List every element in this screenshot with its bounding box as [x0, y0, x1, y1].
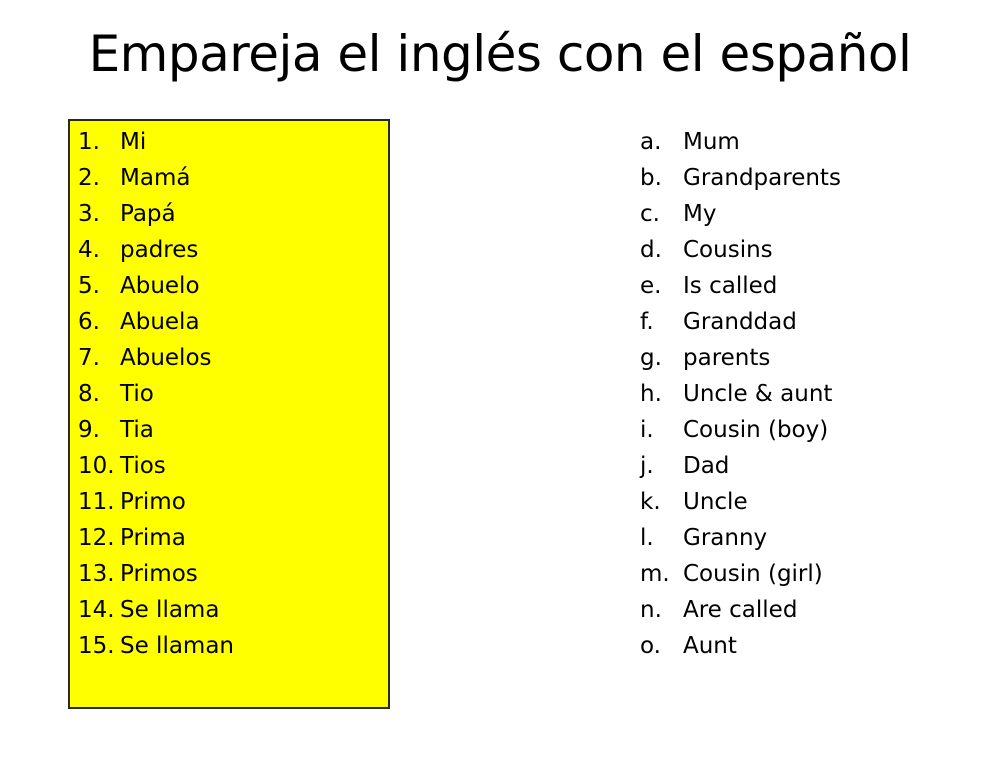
spanish-term-item-marker: 13.	[78, 561, 115, 587]
spanish-term-item-marker: 7.	[78, 345, 100, 371]
english-term-item[interactable]: k. Uncle	[640, 484, 970, 520]
spanish-term-item-marker: 15.	[78, 633, 115, 659]
english-term-item-label: Dad	[683, 453, 730, 479]
spanish-term-item-marker: 9.	[78, 417, 100, 443]
english-term-item[interactable]: a. Mum	[640, 124, 970, 160]
spanish-term-item[interactable]: 2. Mamá	[78, 160, 378, 196]
spanish-terms-list: 1. Mi 2. Mamá 3. Papá 4. padres 5. Abuelo 6. Abuela…	[78, 124, 378, 664]
english-term-item-marker: i.	[640, 417, 654, 443]
spanish-term-item[interactable]: 12. Prima	[78, 520, 378, 556]
english-term-item[interactable]: h. Uncle & aunt	[640, 376, 970, 412]
english-term-item-label: Mum	[683, 129, 740, 155]
spanish-term-item[interactable]: 8. Tio	[78, 376, 378, 412]
english-terms-list: a. Mum b. Grandparents c. My d. Cousins e. Is cal…	[640, 124, 970, 664]
spanish-term-item[interactable]: 7. Abuelos	[78, 340, 378, 376]
english-term-item-marker: f.	[640, 309, 654, 335]
english-term-item-marker: o.	[640, 633, 661, 659]
english-term-item[interactable]: b. Grandparents	[640, 160, 970, 196]
english-term-item-label: Cousin (girl)	[683, 561, 823, 587]
english-term-item-marker: j.	[640, 453, 654, 479]
english-term-item-marker: c.	[640, 201, 660, 227]
english-term-item[interactable]: o. Aunt	[640, 628, 970, 664]
english-term-item-label: Granny	[683, 525, 768, 551]
english-term-item[interactable]: n. Are called	[640, 592, 970, 628]
spanish-term-item-label: Se llaman	[120, 633, 235, 659]
spanish-term-item-marker: 12.	[78, 525, 115, 551]
spanish-term-item-label: padres	[120, 237, 199, 263]
english-term-item[interactable]: i. Cousin (boy)	[640, 412, 970, 448]
english-term-item[interactable]: e. Is called	[640, 268, 970, 304]
english-term-item-marker: d.	[640, 237, 662, 263]
spanish-term-item-marker: 6.	[78, 309, 100, 335]
english-term-item[interactable]: f. Granddad	[640, 304, 970, 340]
spanish-term-item[interactable]: 6. Abuela	[78, 304, 378, 340]
spanish-term-item-label: Primos	[120, 561, 198, 587]
english-term-item-marker: a.	[640, 129, 662, 155]
english-term-item[interactable]: l. Granny	[640, 520, 970, 556]
english-term-item-marker: l.	[640, 525, 654, 551]
spanish-term-item[interactable]: 15. Se llaman	[78, 628, 378, 664]
english-term-item[interactable]: g. parents	[640, 340, 970, 376]
spanish-term-item-label: Mi	[120, 129, 147, 155]
spanish-term-item-label: Abuela	[120, 309, 200, 335]
spanish-term-item-label: Prima	[120, 525, 186, 551]
spanish-term-item-label: Primo	[120, 489, 186, 515]
english-term-item-marker: h.	[640, 381, 662, 407]
english-term-item-label: parents	[683, 345, 771, 371]
spanish-term-item-marker: 2.	[78, 165, 100, 191]
spanish-term-item[interactable]: 9. Tia	[78, 412, 378, 448]
english-term-item-label: Uncle & aunt	[683, 381, 833, 407]
spanish-term-item-marker: 8.	[78, 381, 100, 407]
spanish-term-item-marker: 10.	[78, 453, 115, 479]
english-term-item-marker: e.	[640, 273, 662, 299]
spanish-term-item[interactable]: 5. Abuelo	[78, 268, 378, 304]
english-term-item-marker: g.	[640, 345, 662, 371]
spanish-term-item-marker: 3.	[78, 201, 100, 227]
english-term-item-label: Are called	[683, 597, 798, 623]
english-term-item-label: Cousin (boy)	[683, 417, 829, 443]
spanish-term-item-marker: 11.	[78, 489, 115, 515]
english-term-item-label: Cousins	[683, 237, 773, 263]
spanish-term-item-marker: 5.	[78, 273, 100, 299]
spanish-term-item[interactable]: 11. Primo	[78, 484, 378, 520]
english-term-item-label: Granddad	[683, 309, 797, 335]
spanish-term-item[interactable]: 3. Papá	[78, 196, 378, 232]
spanish-term-item-label: Abuelos	[120, 345, 212, 371]
spanish-term-item[interactable]: 1. Mi	[78, 124, 378, 160]
spanish-term-item-label: Mamá	[120, 165, 191, 191]
spanish-term-item-label: Tia	[120, 417, 154, 443]
english-term-item[interactable]: m. Cousin (girl)	[640, 556, 970, 592]
page-title: Empareja el inglés con el español	[88, 25, 912, 83]
spanish-term-item-label: Papá	[120, 201, 176, 227]
spanish-term-item-marker: 1.	[78, 129, 100, 155]
english-term-item-label: Is called	[683, 273, 778, 299]
spanish-term-item[interactable]: 13. Primos	[78, 556, 378, 592]
english-term-item-label: Uncle	[683, 489, 748, 515]
english-term-item[interactable]: j. Dad	[640, 448, 970, 484]
slide-canvas: Empareja el inglés con el español 1. Mi 2.…	[0, 0, 1000, 772]
spanish-term-item-label: Abuelo	[120, 273, 200, 299]
english-term-item-marker: b.	[640, 165, 662, 191]
english-term-item-marker: k.	[640, 489, 661, 515]
spanish-term-item[interactable]: 4. padres	[78, 232, 378, 268]
english-term-item-marker: n.	[640, 597, 662, 623]
spanish-term-item[interactable]: 14. Se llama	[78, 592, 378, 628]
english-term-item-label: Aunt	[683, 633, 737, 659]
english-term-item-label: Grandparents	[683, 165, 841, 191]
spanish-term-item[interactable]: 10. Tios	[78, 448, 378, 484]
spanish-term-item-label: Tio	[120, 381, 154, 407]
spanish-term-item-label: Tios	[120, 453, 166, 479]
spanish-term-item-label: Se llama	[120, 597, 220, 623]
english-term-item[interactable]: d. Cousins	[640, 232, 970, 268]
spanish-term-item-marker: 14.	[78, 597, 115, 623]
english-term-item-marker: m.	[640, 561, 670, 587]
english-term-item[interactable]: c. My	[640, 196, 970, 232]
spanish-term-item-marker: 4.	[78, 237, 100, 263]
english-term-item-label: My	[683, 201, 717, 227]
